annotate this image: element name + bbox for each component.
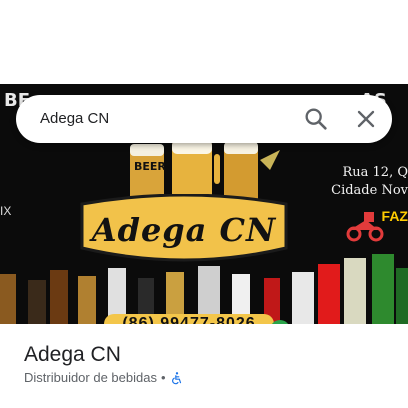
address-line2: Cidade Nov	[331, 183, 408, 198]
search-bar[interactable]: Adega CN	[16, 95, 392, 143]
place-category: Distribuidor de bebidas	[24, 370, 157, 385]
address-block: Rua 12, Q Cidade Nov	[328, 164, 408, 200]
wheelchair-accessible-icon	[171, 371, 181, 384]
phone-banner: (86) 99477-8026	[104, 314, 274, 324]
separator-dot: •	[160, 370, 166, 385]
search-icon	[305, 108, 327, 130]
place-subtitle: Distribuidor de bebidas •	[24, 370, 184, 385]
address-line1: Rua 12, Q	[342, 165, 408, 180]
clear-search-button[interactable]	[352, 105, 380, 133]
svg-text:BEER: BEER	[134, 160, 166, 173]
delivery-text: FAZ	[381, 208, 408, 224]
search-input[interactable]: Adega CN	[40, 95, 109, 143]
close-icon	[357, 110, 375, 128]
place-title[interactable]: Adega CN	[24, 343, 121, 367]
search-button[interactable]	[302, 105, 330, 133]
left-mark: IX	[0, 204, 12, 218]
